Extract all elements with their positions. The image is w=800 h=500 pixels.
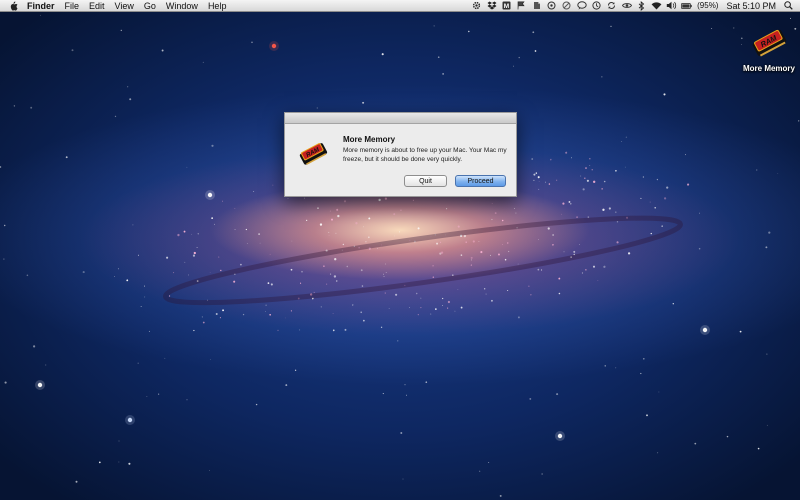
- volume-icon[interactable]: [666, 0, 677, 11]
- alert-dialog: RAM More Memory More memory is about to …: [284, 112, 517, 197]
- menu-edit[interactable]: Edit: [84, 0, 110, 12]
- dialog-titlebar[interactable]: [285, 113, 516, 124]
- ram-chip-icon: RAM: [747, 22, 791, 62]
- bluetooth-icon[interactable]: [636, 0, 647, 11]
- eye-icon[interactable]: [621, 0, 632, 11]
- evernote-icon[interactable]: [531, 0, 542, 11]
- desktop-icon-more-memory[interactable]: RAM More Memory: [738, 22, 800, 73]
- bubble-icon[interactable]: [576, 0, 587, 11]
- apple-menu-icon[interactable]: [8, 0, 18, 11]
- menu-go[interactable]: Go: [139, 0, 161, 12]
- timemachine-icon[interactable]: [591, 0, 602, 11]
- block-icon[interactable]: [561, 0, 572, 11]
- m-icon[interactable]: M: [501, 0, 512, 11]
- ram-chip-icon: RAM: [297, 137, 329, 169]
- flag-icon[interactable]: [516, 0, 527, 11]
- menu-file[interactable]: File: [60, 0, 85, 12]
- magnifier-icon[interactable]: [546, 0, 557, 11]
- proceed-button[interactable]: Proceed: [455, 175, 506, 187]
- menu-bar: Finder File Edit View Go Window Help M (…: [0, 0, 800, 12]
- quit-button[interactable]: Quit: [404, 175, 447, 187]
- dialog-title: More Memory: [343, 135, 396, 144]
- battery-percent: (95%): [697, 0, 719, 10]
- desktop-icon-label: More Memory: [742, 64, 795, 73]
- wifi-icon[interactable]: [651, 0, 662, 11]
- menubar-clock[interactable]: Sat 5:10 PM: [721, 0, 781, 12]
- gear-icon[interactable]: [471, 0, 482, 11]
- menu-view[interactable]: View: [110, 0, 139, 12]
- sync-icon[interactable]: [606, 0, 617, 11]
- galaxy-stars: [0, 14, 800, 497]
- status-area: M (95%) Sat 5:10 PM: [469, 0, 800, 12]
- dialog-message: More memory is about to free up your Mac…: [343, 147, 507, 163]
- dropbox-icon[interactable]: [486, 0, 497, 11]
- menu-finder[interactable]: Finder: [22, 0, 60, 12]
- desktop-wallpaper: Finder File Edit View Go Window Help M (…: [0, 0, 800, 500]
- svg-text:M: M: [504, 3, 509, 10]
- battery-icon[interactable]: [681, 0, 692, 11]
- spotlight-icon[interactable]: [783, 0, 794, 11]
- menu-window[interactable]: Window: [161, 0, 203, 12]
- menu-help[interactable]: Help: [203, 0, 232, 12]
